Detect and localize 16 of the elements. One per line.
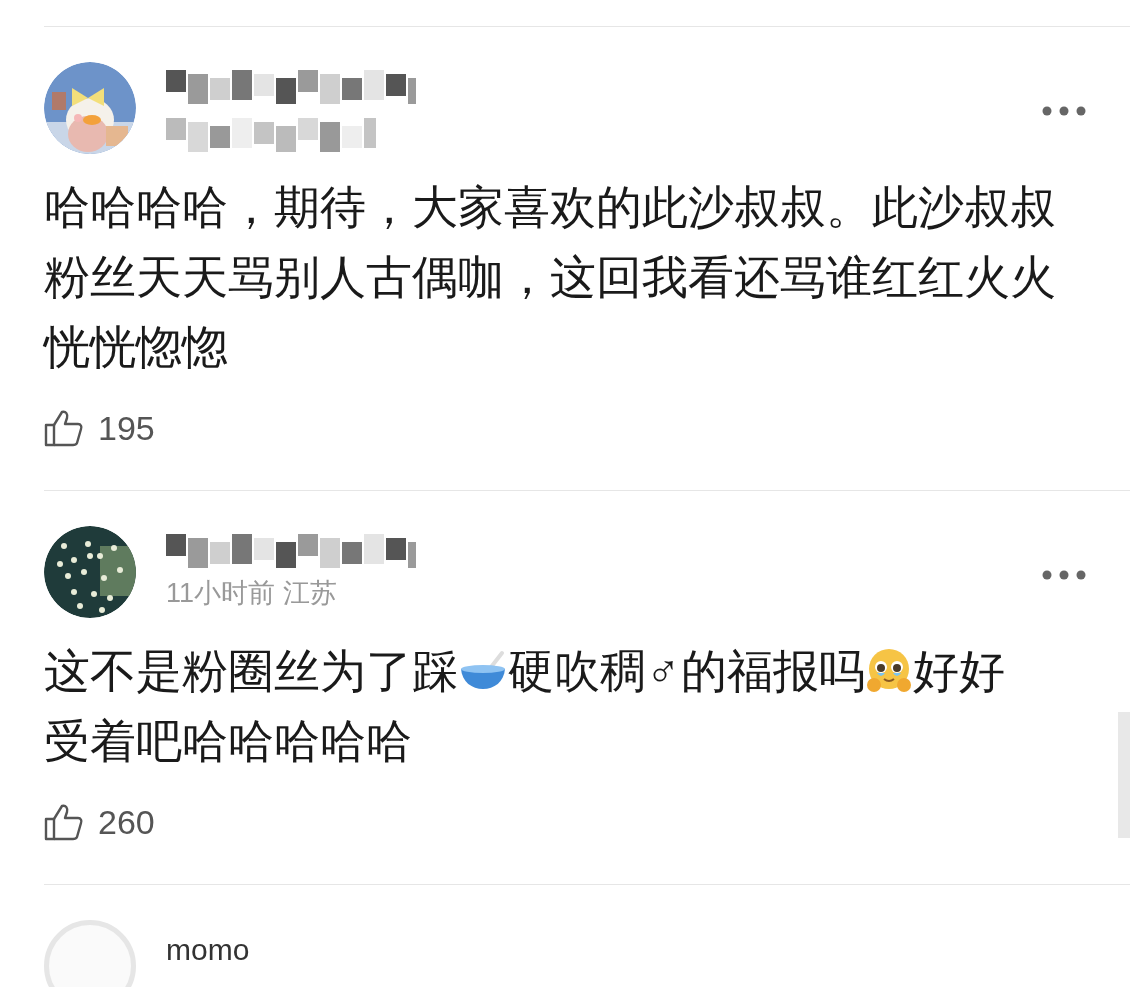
like-count: 195 — [98, 407, 155, 449]
comment-text: ♂ — [646, 645, 681, 697]
comment-text: 这不是粉圈丝为了踩 — [44, 645, 458, 697]
user-name[interactable]: momo — [166, 932, 1086, 968]
comment-text: 受着吧哈哈哈哈哈 — [44, 715, 412, 767]
like-icon[interactable] — [44, 409, 84, 447]
comment-text: 硬吹稠 — [508, 645, 646, 697]
pleading-face-icon — [864, 647, 913, 695]
comment-text: 好好 — [912, 645, 1005, 697]
comment-text: 的福报吗 — [680, 645, 865, 697]
more-icon[interactable] — [1042, 570, 1086, 580]
more-icon[interactable] — [1042, 106, 1086, 116]
like-icon[interactable] — [44, 803, 84, 841]
timestamp: 11小时前 江苏 — [166, 577, 338, 610]
like-count: 260 — [98, 801, 155, 843]
comment-text: 哈哈哈哈，期待，大家喜欢的此沙叔叔。此沙叔叔粉丝天天骂别人古偶咖，这回我看还骂谁红红火火恍恍惚惚 — [44, 181, 1056, 373]
